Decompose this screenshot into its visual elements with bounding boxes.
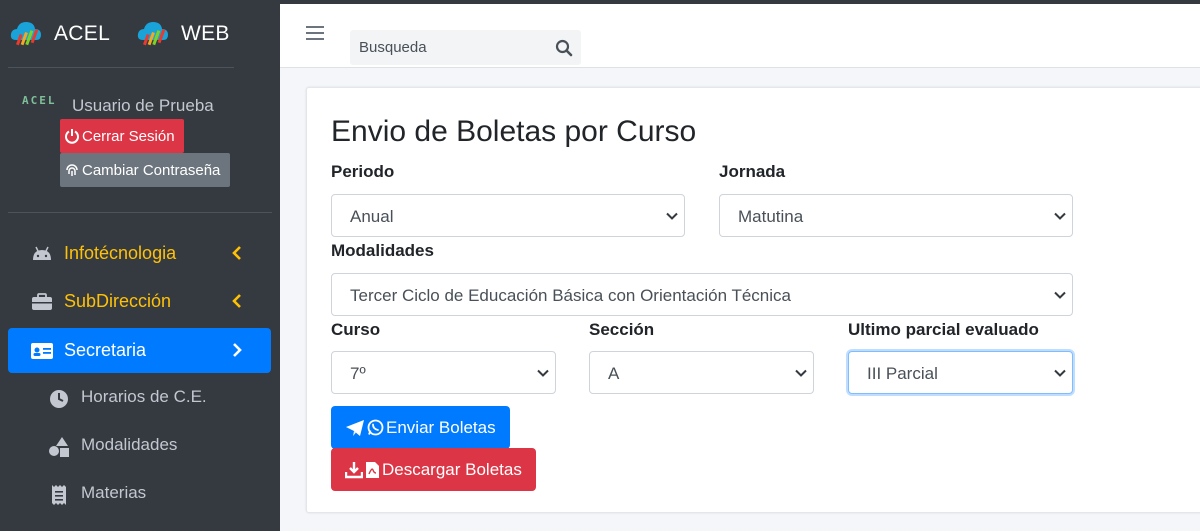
curso-select[interactable]: 7º: [331, 351, 556, 394]
sidebar-subitem-horarios[interactable]: Horarios de C.E.: [8, 376, 271, 421]
seccion-label: Sección: [589, 320, 655, 339]
modalidades-value: Tercer Ciclo de Educación Básica con Ori…: [350, 286, 791, 305]
sidebar-item-label: Secretaria: [64, 340, 147, 360]
periodo-label: Periodo: [331, 162, 395, 181]
power-icon: [65, 129, 79, 144]
send-boletas-button[interactable]: Enviar Boletas: [331, 406, 510, 449]
seccion-select[interactable]: A: [589, 351, 814, 394]
sidebar-item-label: SubDirección: [64, 291, 172, 311]
download-boletas-label: Descargar Boletas: [382, 459, 522, 479]
sidebar-subitem-materias[interactable]: Materias: [8, 472, 271, 517]
send-boletas-label: Enviar Boletas: [386, 417, 496, 437]
chevron-down-icon: [537, 369, 549, 377]
brand-web-link[interactable]: WEB: [135, 16, 230, 52]
clock-icon: [48, 388, 70, 410]
chevron-down-icon: [1054, 369, 1066, 377]
seccion-value: A: [608, 364, 620, 383]
sidebar-item-infotecnologia[interactable]: Infotécnologia: [8, 231, 271, 276]
whatsapp-icon: [367, 419, 384, 436]
form-card: Envio de Boletas por Curso Periodo Anual…: [306, 87, 1200, 513]
sidebar-item-subdireccion[interactable]: SubDirección: [8, 279, 271, 324]
periodo-value: Anual: [350, 207, 394, 226]
menu-toggle-icon[interactable]: [306, 26, 324, 42]
parcial-select[interactable]: III Parcial: [848, 351, 1073, 394]
periodo-select[interactable]: Anual: [331, 194, 685, 237]
search-icon[interactable]: [555, 39, 573, 57]
logout-button[interactable]: Cerrar Sesión: [60, 119, 184, 153]
chevron-down-icon: [1054, 291, 1066, 299]
sidebar-item-label: Infotécnologia: [64, 243, 177, 263]
modalidades-label: Modalidades: [331, 241, 434, 260]
download-boletas-button[interactable]: Descargar Boletas: [331, 448, 536, 491]
sidebar-subitem-modalidades[interactable]: Modalidades: [8, 424, 271, 469]
logout-label: Cerrar Sesión: [82, 127, 175, 145]
brand-acel-link[interactable]: ACEL: [8, 16, 110, 52]
brand-acel-text: ACEL: [54, 22, 111, 45]
sidebar-subitem-label: Horarios de C.E.: [81, 387, 207, 406]
shapes-icon: [48, 436, 70, 458]
modalidades-select[interactable]: Tercer Ciclo de Educación Básica con Ori…: [331, 273, 1073, 316]
divider: [8, 212, 272, 213]
download-icon: [345, 461, 363, 478]
search-box: [350, 30, 581, 65]
brand-web-text: WEB: [181, 22, 230, 45]
top-navbar: [280, 4, 1200, 68]
page-title: Envio de Boletas por Curso: [331, 115, 697, 148]
jornada-value: Matutina: [738, 207, 804, 226]
chevron-left-icon: [232, 246, 241, 260]
user-name[interactable]: Usuario de Prueba: [72, 96, 214, 116]
receipt-icon: [48, 484, 70, 506]
paper-plane-icon: [346, 419, 364, 436]
search-input[interactable]: [350, 30, 545, 65]
chevron-left-icon: [232, 294, 241, 308]
sidebar-item-secretaria[interactable]: Secretaria: [8, 328, 271, 373]
curso-value: 7º: [350, 364, 366, 383]
sidebar-subitem-label: Modalidades: [81, 435, 178, 454]
chevron-down-icon: [1054, 212, 1066, 220]
id-card-icon: [30, 340, 54, 362]
sidebar: ACEL WEB ACEL Usuario de Prueba Cerrar S…: [0, 0, 280, 531]
jornada-label: Jornada: [719, 162, 786, 181]
cloud-logo-icon: [10, 22, 41, 46]
brand: ACEL WEB: [0, 0, 280, 68]
change-password-button[interactable]: Cambiar Contraseña: [60, 153, 231, 187]
pdf-file-icon: [366, 461, 379, 478]
sidebar-subitem-label: Materias: [81, 483, 147, 502]
android-icon: [30, 243, 54, 265]
user-logo: ACEL: [22, 94, 57, 107]
briefcase-icon: [30, 291, 54, 313]
change-password-label: Cambiar Contraseña: [82, 161, 221, 179]
chevron-right-icon: [233, 343, 242, 357]
cloud-logo-icon: [137, 22, 168, 46]
divider: [8, 67, 234, 68]
curso-label: Curso: [331, 320, 381, 339]
fingerprint-icon: [66, 164, 78, 176]
jornada-select[interactable]: Matutina: [719, 194, 1073, 237]
chevron-down-icon: [795, 369, 807, 377]
chevron-down-icon: [666, 212, 678, 220]
parcial-label: Ultimo parcial evaluado: [848, 320, 1039, 339]
parcial-value: III Parcial: [867, 364, 938, 383]
